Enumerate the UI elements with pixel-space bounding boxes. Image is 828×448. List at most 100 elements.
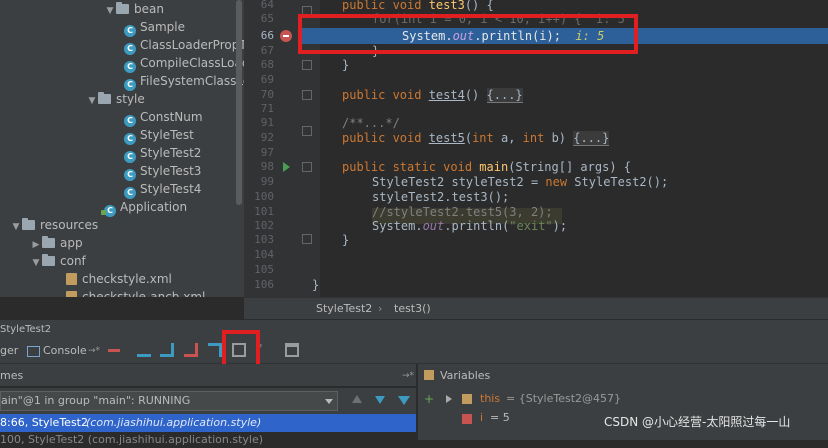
frame-down-icon[interactable] <box>375 396 385 404</box>
tree-item-label: conf <box>60 254 86 268</box>
tree-item-styletest3[interactable]: C StyleTest3 <box>124 162 202 181</box>
tree-item-styletest4[interactable]: C StyleTest4 <box>124 180 202 199</box>
tree-item-app[interactable]: ▶ app <box>30 234 83 252</box>
tree-item-label: bean <box>134 2 164 16</box>
fold-marker[interactable] <box>302 60 312 70</box>
breakpoint-icon[interactable] <box>280 30 292 42</box>
tree-item-constnum[interactable]: C ConstNum <box>124 108 203 127</box>
run-gutter-icon[interactable] <box>283 162 290 172</box>
tree-item-application[interactable]: C Application <box>101 198 188 217</box>
breadcrumb-class[interactable]: StyleTest2 <box>316 301 372 317</box>
folder-icon <box>116 2 129 14</box>
step-over-icon[interactable] <box>137 343 151 357</box>
highlight-box-current-line <box>298 14 638 54</box>
folder-icon <box>42 254 55 266</box>
evaluate-expression-icon[interactable]: ƒ <box>258 343 272 357</box>
tab-debugger[interactable]: ger <box>0 343 18 359</box>
tree-item-sample[interactable]: C Sample <box>124 18 185 37</box>
thread-selector[interactable]: ain"@1 in group "main": RUNNING <box>0 391 338 411</box>
breadcrumb: StyleTest2 › test3() <box>244 297 828 320</box>
variables-panel: + this = {StyleTest2@457} i = 5 <box>418 386 828 440</box>
tree-item-label: Application <box>120 200 188 214</box>
code-line-70: public void test4() {...} <box>342 88 523 103</box>
show-execution-point-icon[interactable] <box>108 349 120 352</box>
frame-location: 8:66, StyleTest2 <box>0 416 88 429</box>
step-into-icon[interactable] <box>160 343 174 357</box>
chevron-down-icon[interactable]: ▼ <box>104 2 116 20</box>
primitive-icon <box>462 414 472 424</box>
frame-up-icon[interactable] <box>352 395 362 403</box>
chevron-down-icon[interactable]: ▼ <box>10 218 22 236</box>
frames-pin-icon[interactable]: →* <box>402 368 414 384</box>
project-tree: ▼ bean C Sample C ClassLoaderPropTe C CompileCl… <box>0 0 244 297</box>
tree-item-label: checkstyle.xml <box>82 272 172 286</box>
tree-item-checkstyle-xml[interactable]: checkstyle.xml <box>66 270 172 288</box>
breadcrumb-separator: › <box>378 302 383 315</box>
tree-item-label: resources <box>40 218 99 232</box>
chevron-down-icon[interactable]: ▼ <box>30 254 42 272</box>
code-line-102: System.out.println("exit"); <box>372 219 568 233</box>
debug-toolbar: ger Console →* <box>0 339 828 364</box>
tree-item-label: Sample <box>140 20 185 34</box>
variables-label: Variables <box>440 369 491 382</box>
step-out-icon[interactable] <box>208 343 222 357</box>
expand-arrow-icon[interactable] <box>446 395 452 403</box>
watermark: CSDN @小心经营-太阳照过每一山 <box>604 415 791 429</box>
tree-scrollbar[interactable] <box>236 0 242 205</box>
tree-item-label: CompileClassLoade <box>140 56 244 70</box>
tree-item-checkstyle-ancb-xml[interactable]: checkstyle-ancb.xml <box>66 288 205 297</box>
tree-item-label: FileSystemClassLoa <box>140 74 244 88</box>
stack-frame-selected[interactable]: 8:66, StyleTest2 (com.jiashihui.applicat… <box>0 414 416 432</box>
folded-body[interactable]: {...} <box>573 131 610 146</box>
tree-item-styletest2[interactable]: C StyleTest2 <box>124 144 201 163</box>
tree-item-classloaderpropte[interactable]: C ClassLoaderPropTe <box>124 36 244 55</box>
var-this-name[interactable]: this <box>480 391 500 407</box>
stack-frame[interactable]: 100, StyleTest2 (com.jiashihui.applicati… <box>0 432 263 448</box>
folder-icon <box>22 218 35 230</box>
code-line-68: } <box>342 58 350 72</box>
add-watch-icon[interactable]: + <box>424 393 434 405</box>
tree-item-styletest[interactable]: C StyleTest <box>124 126 194 145</box>
line-number[interactable]: 65 <box>244 10 274 28</box>
tree-item-style[interactable]: ▼ style <box>86 90 145 108</box>
tree-item-conf[interactable]: ▼ conf <box>30 252 86 270</box>
tree-item-label: style <box>116 92 145 106</box>
folded-body[interactable]: {...} <box>486 88 523 103</box>
fold-marker[interactable] <box>302 162 312 172</box>
console-icon <box>27 346 40 357</box>
debug-title-text: StyleTest2 <box>0 324 52 335</box>
code-line-106: } <box>312 278 320 292</box>
tree-item-label: ClassLoaderPropTe <box>140 38 244 52</box>
variables-icon <box>424 370 434 380</box>
xml-file-icon <box>66 273 77 285</box>
object-icon <box>462 394 472 404</box>
tree-item-filesystemclassloa[interactable]: CFileSystemClassLoa <box>124 72 244 91</box>
tree-item-label: ConstNum <box>140 110 203 124</box>
chevron-down-icon <box>325 399 333 404</box>
fold-marker[interactable] <box>302 90 312 100</box>
code-line-103: } <box>342 233 350 247</box>
tree-item-bean[interactable]: ▼ bean <box>104 0 164 18</box>
var-i-value: = 5 <box>490 411 510 424</box>
var-i-name[interactable]: i <box>480 410 483 426</box>
frame-package: (com.jiashihui.application.style) <box>86 416 262 429</box>
breadcrumb-method[interactable]: test3() <box>394 301 431 317</box>
tree-item-compileclassloade[interactable]: CCompileClassLoade <box>124 54 244 73</box>
tree-item-label: StyleTest3 <box>140 164 202 178</box>
filter-icon[interactable] <box>398 396 410 405</box>
layout-icon[interactable] <box>285 343 299 357</box>
force-step-into-icon[interactable] <box>184 343 198 357</box>
folder-icon <box>42 236 55 248</box>
tree-item-label: StyleTest4 <box>140 182 202 196</box>
tree-item-label: app <box>60 236 83 250</box>
fold-marker[interactable] <box>302 234 312 244</box>
line-number[interactable]: 106 <box>244 276 274 294</box>
tree-item-resources[interactable]: ▼ resources <box>10 216 98 234</box>
chevron-down-icon[interactable]: ▼ <box>86 92 98 110</box>
pin-icon[interactable]: →* <box>88 343 100 359</box>
fold-marker[interactable] <box>302 126 312 136</box>
class-icon: C <box>101 205 116 217</box>
tab-console[interactable]: Console <box>43 343 87 359</box>
debug-window-title: StyleTest2 <box>0 319 828 340</box>
variables-header: Variables <box>418 364 828 386</box>
